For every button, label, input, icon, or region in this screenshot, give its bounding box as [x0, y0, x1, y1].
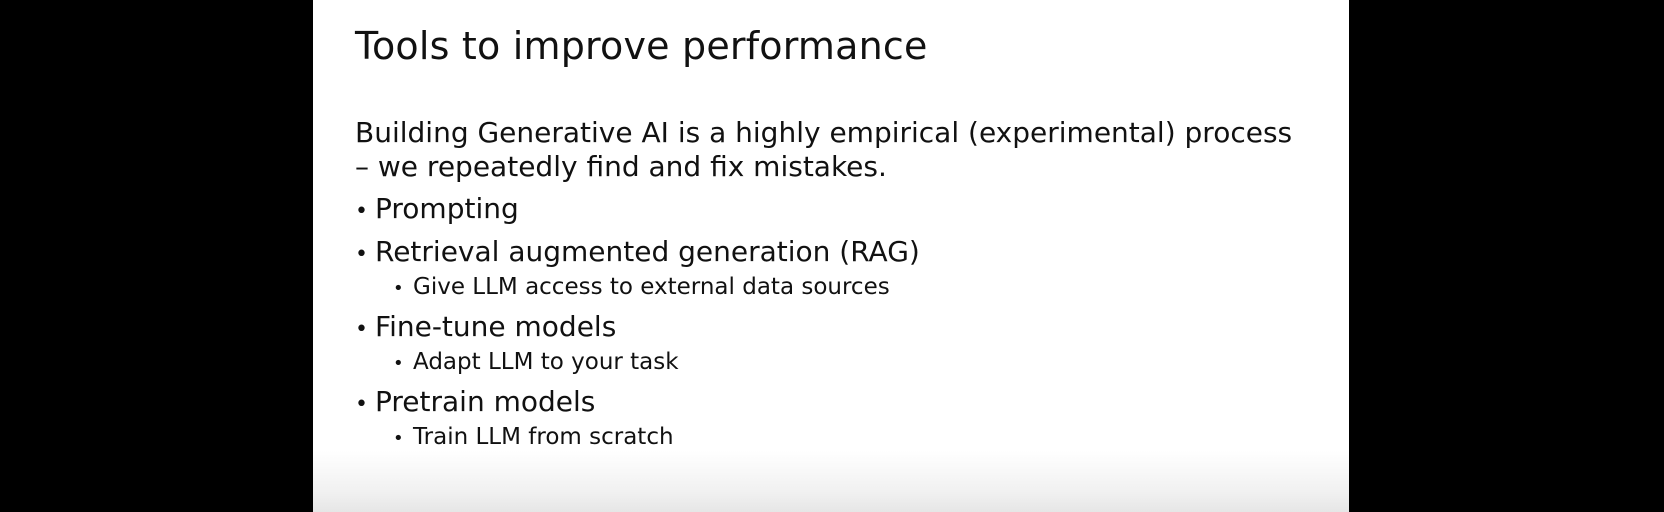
bullet-item-rag: • Retrieval augmented generation (RAG) •… [355, 235, 920, 304]
sub-bullet-item: • Give LLM access to external data sourc… [393, 272, 920, 304]
sub-bullet-label: Train LLM from scratch [413, 424, 674, 450]
sub-bullet-list: • Give LLM access to external data sourc… [355, 272, 920, 304]
bullet-dot-icon: • [355, 242, 368, 267]
sub-bullet-item: • Train LLM from scratch [393, 422, 920, 454]
bullet-item-pretrain: • Pretrain models • Train LLM from scrat… [355, 385, 920, 454]
sub-bullet-dot-icon: • [393, 353, 404, 374]
bullet-label: Pretrain models [375, 385, 596, 418]
sub-bullet-dot-icon: • [393, 278, 404, 299]
slide-title: Tools to improve performance [355, 24, 928, 68]
sub-bullet-label: Give LLM access to external data sources [413, 274, 890, 300]
intro-paragraph: Building Generative AI is a highly empir… [355, 116, 1293, 183]
bullet-label: Prompting [375, 192, 519, 225]
presentation-slide: Tools to improve performance Building Ge… [313, 0, 1349, 512]
video-frame: Tools to improve performance Building Ge… [0, 0, 1664, 512]
sub-bullet-list: • Adapt LLM to your task [355, 347, 920, 379]
bullet-item-prompting: • Prompting [355, 192, 920, 229]
bullet-dot-icon: • [355, 317, 368, 342]
bullet-list: • Prompting • Retrieval augmented genera… [355, 192, 920, 460]
sub-bullet-label: Adapt LLM to your task [413, 349, 679, 375]
bullet-item-fine-tune: • Fine-tune models • Adapt LLM to your t… [355, 310, 920, 379]
bullet-label: Retrieval augmented generation (RAG) [375, 235, 920, 268]
sub-bullet-item: • Adapt LLM to your task [393, 347, 920, 379]
bullet-dot-icon: • [355, 199, 368, 224]
sub-bullet-dot-icon: • [393, 428, 404, 449]
sub-bullet-list: • Train LLM from scratch [355, 422, 920, 454]
bullet-dot-icon: • [355, 392, 368, 417]
bullet-label: Fine-tune models [375, 310, 617, 343]
